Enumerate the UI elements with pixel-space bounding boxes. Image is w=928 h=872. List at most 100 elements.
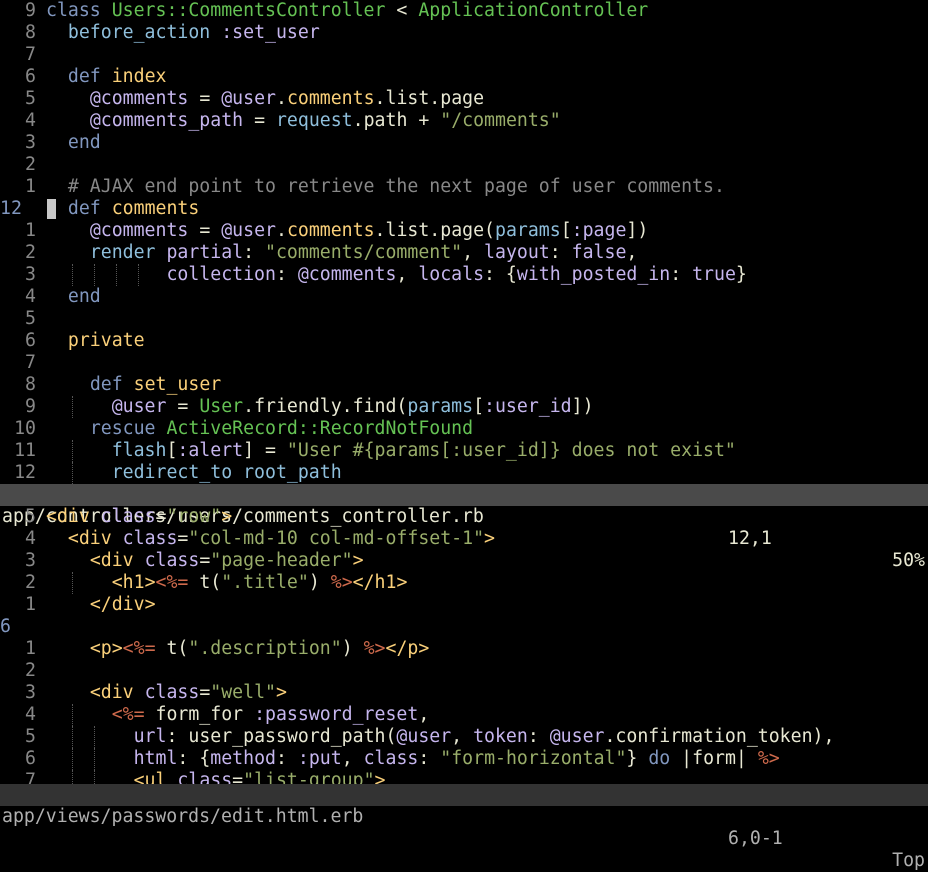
code-text: @comments = @user.comments.list.page [89,88,485,109]
code-line[interactable]: 2 render partial: "comments/comment", la… [0,242,928,264]
line-number: 12 [14,462,36,483]
line-number: 5 [25,726,36,747]
code-line[interactable]: 9 @user = User.friendly.find(params[:use… [0,396,928,418]
code-line[interactable]: 6 private [0,330,928,352]
line-number: 5 [25,88,36,109]
code-line[interactable]: 5 <div class="row"> [0,506,928,528]
code-text: def comments [67,198,200,219]
line-number: 1 [25,220,36,241]
top-statusline: app/controllers/users/comments_controlle… [0,484,928,571]
code-text: </div> [89,594,156,615]
statusline-filename: app/views/passwords/edit.html.erb [2,806,364,827]
code-text: <p><%= t(".description") %></p> [89,638,430,659]
code-line[interactable]: 9 class Users::CommentsController < Appli… [0,0,928,22]
code-line[interactable]: 5 [0,308,928,330]
indent-guide [72,396,74,418]
line-number: 3 [25,682,36,703]
code-text: <div class="row"> [46,506,233,527]
code-line[interactable]: 2 [0,154,928,176]
indent-guide [94,726,96,748]
line-number: 1 [25,594,36,615]
line-number: 3 [25,264,36,285]
line-number: 7 [25,44,36,65]
code-text: class Users::CommentsController < Applic… [46,0,649,21]
code-line[interactable]: 8 before_action :set_user [0,22,928,44]
code-line[interactable]: 7 <ul class="list-group"> [0,770,928,784]
line-number: 4 [25,704,36,725]
code-line[interactable]: 7 [0,352,928,374]
code-text: @comments_path = request.path + "/commen… [89,110,561,131]
top-editor-pane[interactable]: 9 class Users::CommentsController < Appli… [0,0,928,484]
code-text: end [67,286,101,307]
line-number: 6 [25,330,36,351]
code-line[interactable]: 5 url: user_password_path(@user, token: … [0,726,928,748]
code-line[interactable]: 12 def comments [0,198,928,220]
code-text: flash[:alert] = "User #{params[:user_id]… [111,440,736,461]
line-number: 4 [25,110,36,131]
indent-guide [72,440,74,462]
line-number: 9 [25,396,36,417]
code-text: before_action :set_user [67,22,320,43]
line-number: 11 [14,440,36,461]
code-line[interactable]: 3 <div class="well"> [0,682,928,704]
code-line[interactable]: 4 <div class="col-md-10 col-md-offset-1"… [0,528,928,550]
line-number: 2 [25,154,36,175]
code-line[interactable]: 3 collection: @comments, locals: {with_p… [0,264,928,286]
code-line[interactable]: 10 rescue ActiveRecord::RecordNotFound [0,418,928,440]
code-text: collection: @comments, locals: {with_pos… [166,264,747,285]
code-text: <ul class="list-group"> [133,770,386,784]
code-line[interactable]: 5 @comments = @user.comments.list.page [0,88,928,110]
indent-guide [72,462,74,484]
code-line[interactable]: 12 redirect_to root_path [0,462,928,484]
code-line[interactable]: 1 <p><%= t(".description") %></p> [0,638,928,660]
code-text: rescue ActiveRecord::RecordNotFound [89,418,474,439]
code-line[interactable]: 6 def index [0,66,928,88]
bottom-statusline: app/views/passwords/edit.html.erb 6,0-1 … [0,784,928,871]
code-text: <%= form_for :password_reset, [111,704,430,725]
code-line[interactable]: 11 flash[:alert] = "User #{params[:user_… [0,440,928,462]
code-text: @comments = @user.comments.list.page(par… [89,220,649,241]
code-line[interactable]: 6 [0,616,928,638]
code-line[interactable]: 4 <%= form_for :password_reset, [0,704,928,726]
indent-guide [94,264,96,286]
line-number: 6 [25,66,36,87]
bottom-editor-pane[interactable]: 5 <div class="row"> 4 <div class="col-md-1… [0,506,928,784]
line-number: 4 [25,528,36,549]
indent-guide [72,572,74,594]
line-number: 8 [25,374,36,395]
code-line[interactable]: 8 def set_user [0,374,928,396]
code-line[interactable]: 3 end [0,132,928,154]
line-number: 1 [25,638,36,659]
line-number: 7 [25,770,36,784]
indent-guide [72,264,74,286]
code-line[interactable]: 1 # AJAX end point to retrieve the next … [0,176,928,198]
code-line[interactable]: 3 <div class="page-header"> [0,550,928,572]
indent-guide [116,264,118,286]
line-number: 2 [25,572,36,593]
code-text: # AJAX end point to retrieve the next pa… [46,176,725,197]
code-line[interactable]: 2 [0,660,928,682]
line-number: 10 [14,418,36,439]
indent-guide [72,726,74,748]
code-line[interactable]: 1 @comments = @user.comments.list.page(p… [0,220,928,242]
code-text: <div class="well"> [89,682,287,703]
indent-guide [72,704,74,726]
code-line[interactable]: 6 html: {method: :put, class: "form-hori… [0,748,928,770]
code-line[interactable]: 4 end [0,286,928,308]
code-line[interactable]: 7 [0,44,928,66]
code-text: def index [67,66,167,87]
code-text: url: user_password_path(@user, token: @u… [133,726,835,747]
code-line[interactable]: 4 @comments_path = request.path + "/comm… [0,110,928,132]
line-number: 9 [25,0,36,21]
code-text: <h1><%= t(".title") %></h1> [111,572,408,593]
line-number: 1 [25,176,36,197]
code-line[interactable]: 1 </div> [0,594,928,616]
indent-guide [94,748,96,770]
line-number: 8 [25,22,36,43]
code-text: render partial: "comments/comment", layo… [89,242,638,263]
line-number: 5 [25,506,36,527]
line-number: 4 [25,286,36,307]
indent-guide [72,748,74,770]
code-text: <div class="page-header"> [89,550,364,571]
code-line[interactable]: 2 <h1><%= t(".title") %></h1> [0,572,928,594]
